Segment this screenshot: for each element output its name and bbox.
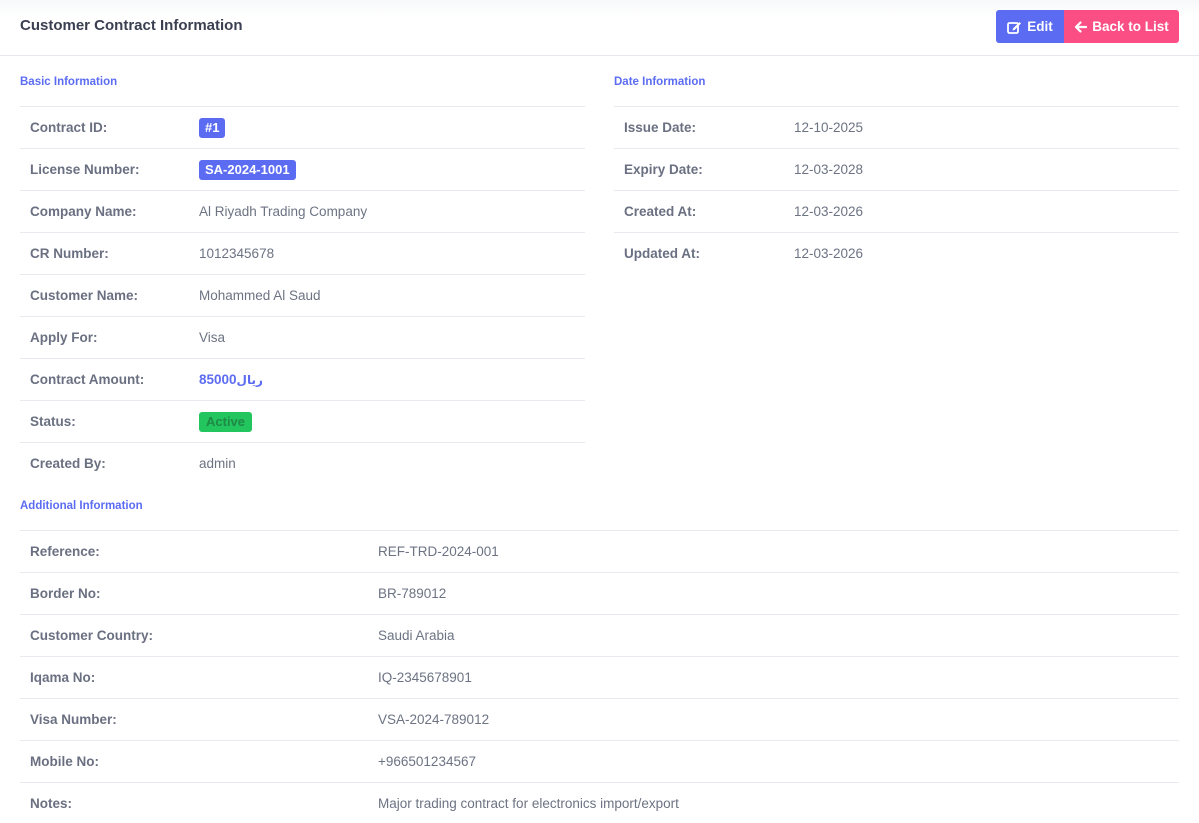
- reference-value: REF-TRD-2024-001: [378, 544, 499, 559]
- visa-number-value: VSA-2024-789012: [378, 712, 490, 727]
- table-row: Apply For: Visa: [20, 316, 585, 358]
- table-row: Notes: Major trading contract for electr…: [20, 782, 1179, 823]
- border-no-label: Border No:: [30, 586, 101, 601]
- edit-icon: [1007, 20, 1022, 34]
- cr-number-value: 1012345678: [199, 246, 275, 261]
- basic-information-table: Contract ID: #1 License Number: SA-2024-…: [20, 106, 585, 484]
- notes-label: Notes:: [30, 796, 73, 811]
- expiry-date-value: 12-03-2028: [794, 162, 864, 177]
- created-at-value: 12-03-2026: [794, 204, 864, 219]
- iqama-no-label: Iqama No:: [30, 670, 96, 685]
- company-name-label: Company Name:: [30, 204, 137, 219]
- arrow-left-icon: [1074, 20, 1088, 33]
- mobile-no-value: +966501234567: [378, 754, 476, 769]
- created-by-value: admin: [199, 456, 236, 471]
- page-header: Customer Contract Information Edit Back …: [0, 0, 1199, 56]
- edit-button[interactable]: Edit: [996, 10, 1064, 43]
- back-to-list-button[interactable]: Back to List: [1064, 10, 1179, 43]
- updated-at-label: Updated At:: [624, 246, 700, 261]
- table-row: Iqama No: IQ-2345678901: [20, 656, 1179, 698]
- table-row: Created At: 12-03-2026: [614, 190, 1179, 232]
- table-row: Visa Number: VSA-2024-789012: [20, 698, 1179, 740]
- border-no-value: BR-789012: [378, 586, 447, 601]
- cr-number-label: CR Number:: [30, 246, 109, 261]
- issue-date-value: 12-10-2025: [794, 120, 864, 135]
- currency-label: ريال: [236, 373, 263, 387]
- table-row: Expiry Date: 12-03-2028: [614, 148, 1179, 190]
- company-name-value: Al Riyadh Trading Company: [199, 204, 368, 219]
- contract-amount-label: Contract Amount:: [30, 372, 145, 387]
- issue-date-label: Issue Date:: [624, 120, 697, 135]
- updated-at-value: 12-03-2026: [794, 246, 864, 261]
- date-information-table: Issue Date: 12-10-2025 Expiry Date: 12-0…: [614, 106, 1179, 274]
- created-at-label: Created At:: [624, 204, 697, 219]
- apply-for-label: Apply For:: [30, 330, 98, 345]
- notes-value: Major trading contract for electronics i…: [378, 796, 679, 811]
- reference-label: Reference:: [30, 544, 100, 559]
- edit-button-label: Edit: [1027, 19, 1053, 34]
- license-number-badge: SA-2024-1001: [199, 159, 296, 180]
- table-row: Company Name: Al Riyadh Trading Company: [20, 190, 585, 232]
- page-title: Customer Contract Information: [20, 17, 243, 34]
- table-row: Created By: admin: [20, 442, 585, 484]
- visa-number-label: Visa Number:: [30, 712, 117, 727]
- created-by-label: Created By:: [30, 456, 106, 471]
- table-row: Contract ID: #1: [20, 106, 585, 148]
- mobile-no-label: Mobile No:: [30, 754, 99, 769]
- customer-name-value: Mohammed Al Saud: [199, 288, 321, 303]
- table-row: Reference: REF-TRD-2024-001: [20, 530, 1179, 572]
- table-row: Contract Amount: 85000ريال: [20, 358, 585, 400]
- table-row: Border No: BR-789012: [20, 572, 1179, 614]
- iqama-no-value: IQ-2345678901: [378, 670, 472, 685]
- table-row: Customer Name: Mohammed Al Saud: [20, 274, 585, 316]
- contract-id-badge: #1: [199, 117, 226, 138]
- contract-id-label: Contract ID:: [30, 120, 108, 135]
- customer-name-label: Customer Name:: [30, 288, 139, 303]
- contract-amount-value: 85000ريال: [199, 372, 263, 387]
- status-badge: Active: [199, 411, 253, 432]
- additional-information-title: Additional Information: [20, 500, 143, 512]
- table-row: CR Number: 1012345678: [20, 232, 585, 274]
- expiry-date-label: Expiry Date:: [624, 162, 703, 177]
- basic-information-title: Basic Information: [20, 76, 118, 88]
- license-number-label: License Number:: [30, 162, 140, 177]
- table-row: Mobile No: +966501234567: [20, 740, 1179, 782]
- date-information-title: Date Information: [614, 76, 706, 88]
- additional-information-table: Reference: REF-TRD-2024-001 Border No: B…: [20, 530, 1179, 823]
- status-label: Status:: [30, 414, 76, 429]
- table-row: Issue Date: 12-10-2025: [614, 106, 1179, 148]
- table-row: Status: Active: [20, 400, 585, 442]
- apply-for-value: Visa: [199, 330, 226, 345]
- table-row: Updated At: 12-03-2026: [614, 232, 1179, 274]
- amount-number: 85000: [199, 372, 237, 387]
- customer-country-value: Saudi Arabia: [378, 628, 455, 643]
- table-row: Customer Country: Saudi Arabia: [20, 614, 1179, 656]
- table-row: License Number: SA-2024-1001: [20, 148, 585, 190]
- back-to-list-label: Back to List: [1092, 19, 1169, 34]
- customer-country-label: Customer Country:: [30, 628, 154, 643]
